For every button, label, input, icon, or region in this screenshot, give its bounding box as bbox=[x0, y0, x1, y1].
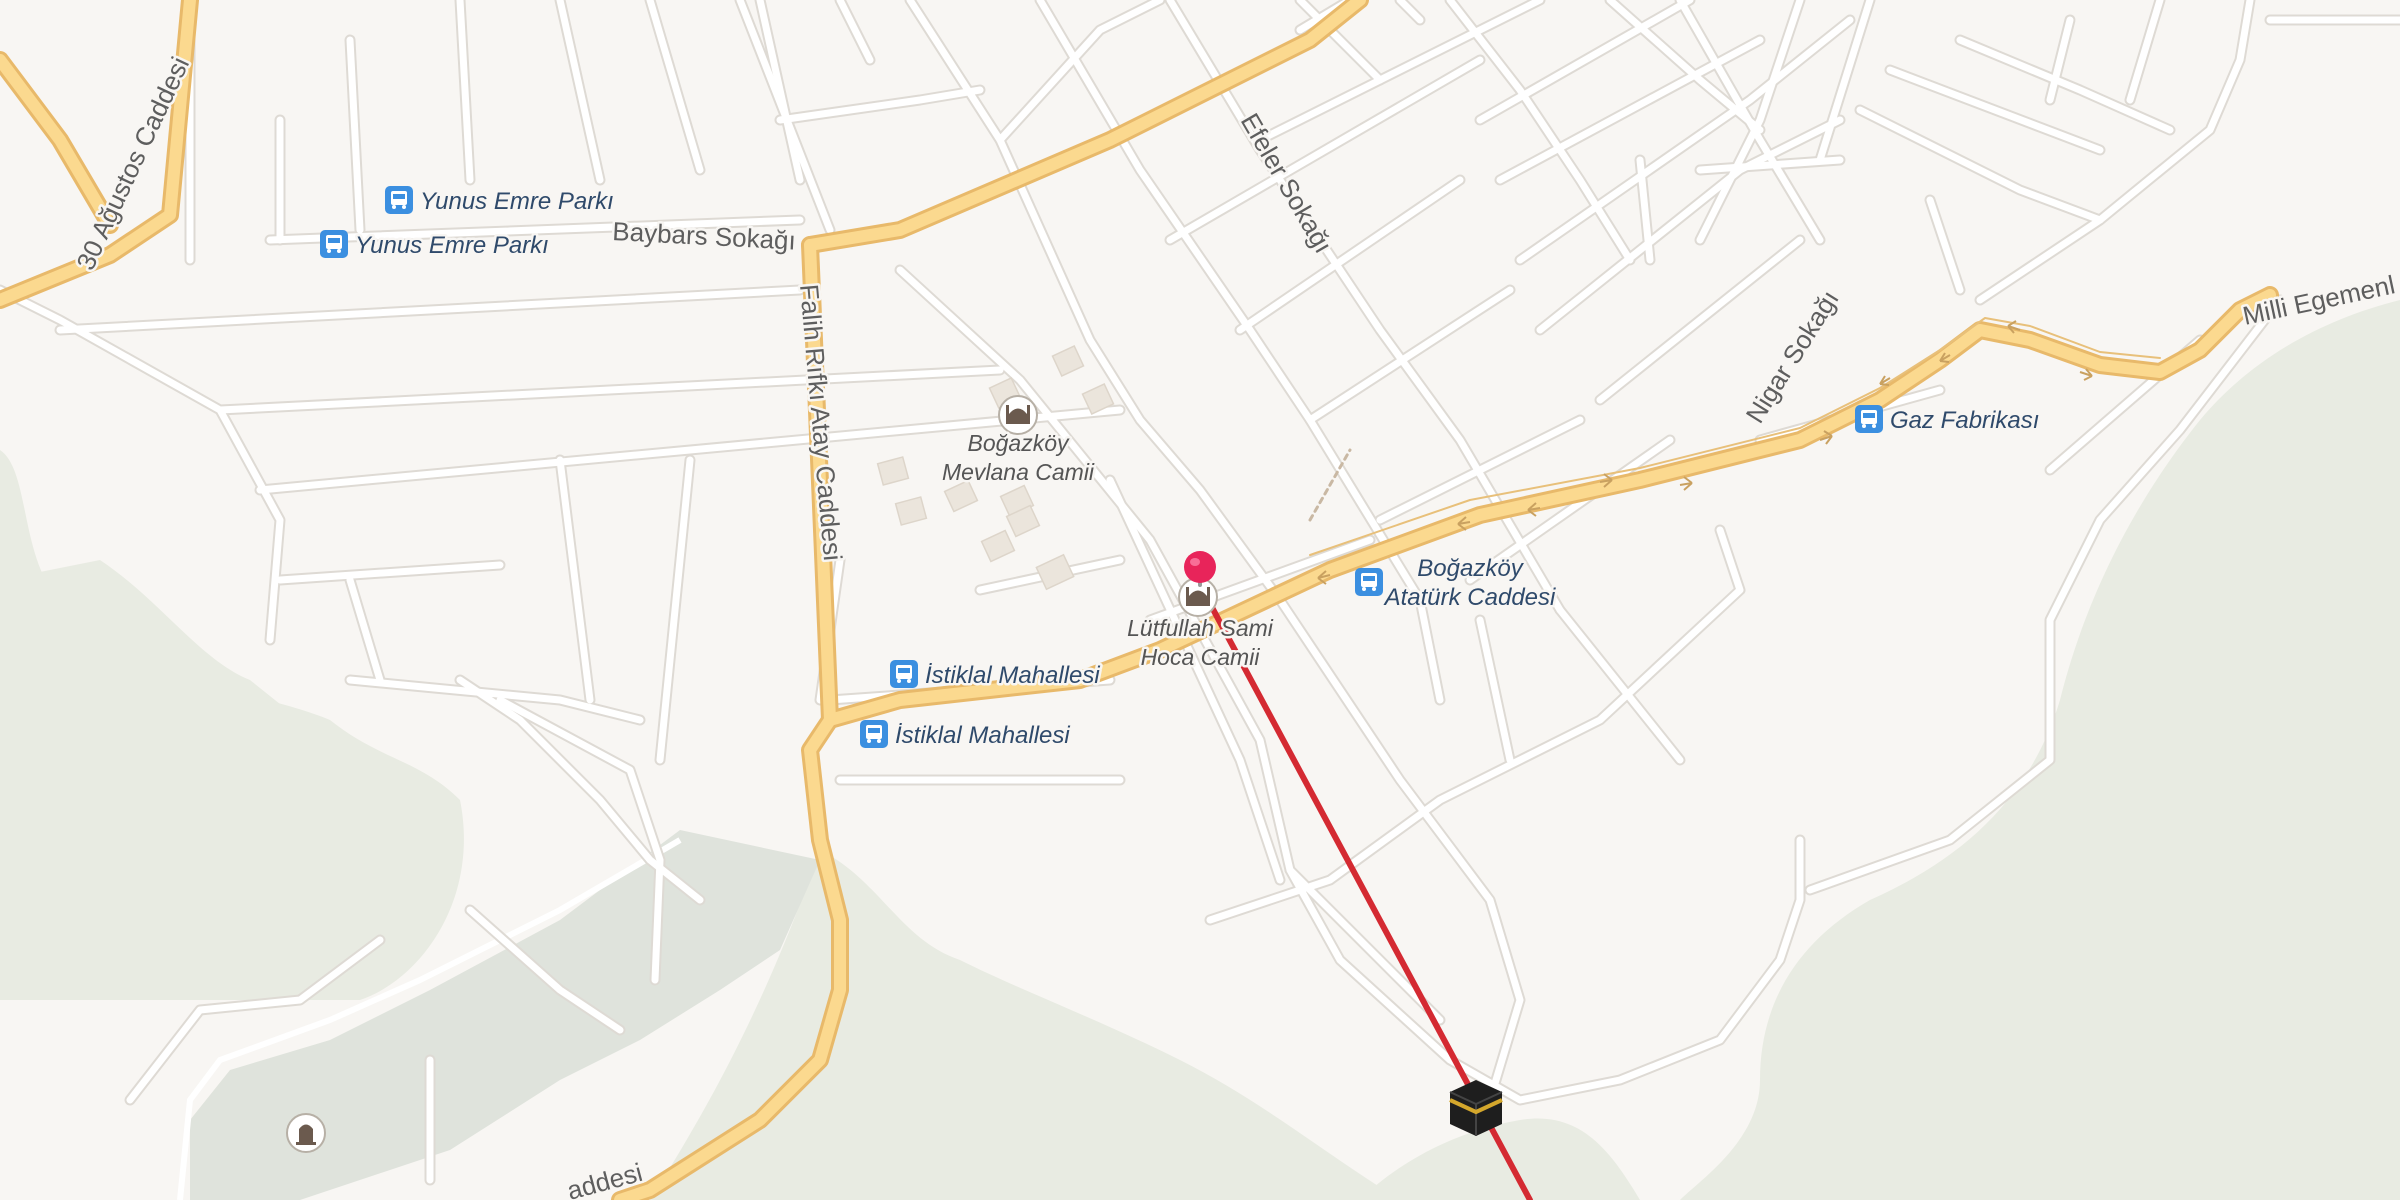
map-canvas[interactable]: 30 Ağustos Caddesi Baybars Sokağı Falih … bbox=[0, 0, 2400, 1200]
bus-stop-icon bbox=[1355, 568, 1383, 596]
bus-stop-yunus-emre-2[interactable]: Yunus Emre Parkı bbox=[320, 230, 551, 262]
bus-stop-icon bbox=[860, 720, 888, 748]
bus-stop-icon bbox=[890, 660, 918, 688]
bus-stop-label: Yunus Emre Parkı bbox=[420, 188, 614, 215]
bus-stop-label-line2: Atatürk Caddesi bbox=[1383, 584, 1556, 611]
mosque-icon bbox=[998, 395, 1038, 435]
bus-stop-icon bbox=[320, 230, 348, 258]
bus-stop-yunus-emre-1[interactable]: Yunus Emre Parkı bbox=[385, 186, 616, 218]
mosque-label-line2: Hoca Camii bbox=[1141, 644, 1261, 670]
bus-stop-label-line1: Boğazköy bbox=[1417, 555, 1524, 582]
mosque-label-line1: Boğazköy bbox=[967, 430, 1070, 456]
bus-stop-icon bbox=[385, 186, 413, 214]
kaaba-icon[interactable] bbox=[1449, 1080, 1503, 1136]
bus-stop-gaz-fabrikasi[interactable]: Gaz Fabrikası bbox=[1855, 405, 2042, 437]
bus-stop-label: İstiklal Mahallesi bbox=[925, 662, 1100, 689]
bus-stop-icon bbox=[1855, 405, 1883, 433]
bus-stop-label: Yunus Emre Parkı bbox=[355, 232, 549, 259]
mosque-label-line1: Lütfullah Sami bbox=[1127, 615, 1274, 641]
mosque-label-line2: Mevlana Camii bbox=[942, 459, 1095, 485]
bus-stop-label: İstiklal Mahallesi bbox=[895, 722, 1070, 749]
cemetery-icon[interactable] bbox=[286, 1113, 326, 1153]
bus-stop-label: Gaz Fabrikası bbox=[1890, 407, 2039, 434]
